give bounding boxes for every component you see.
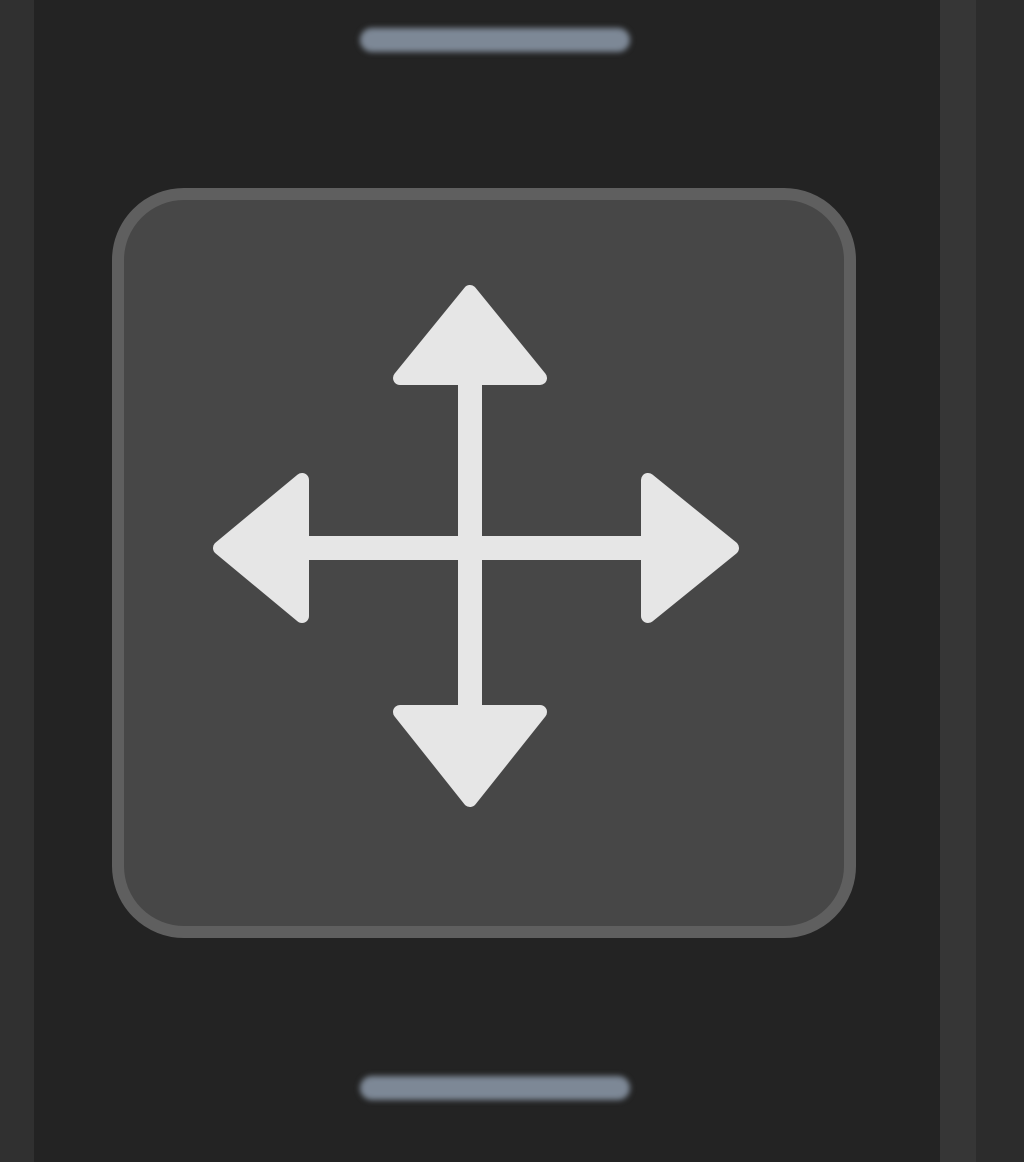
move-tool-button[interactable] — [112, 188, 856, 938]
panel-right-border — [976, 0, 1024, 1162]
tool-panel — [0, 0, 1024, 1162]
panel-divider — [940, 0, 976, 1162]
next-tool-button[interactable] — [360, 1076, 630, 1100]
panel-left-border — [0, 0, 34, 1162]
previous-tool-button[interactable] — [360, 28, 630, 52]
move-arrows-icon — [213, 285, 739, 807]
